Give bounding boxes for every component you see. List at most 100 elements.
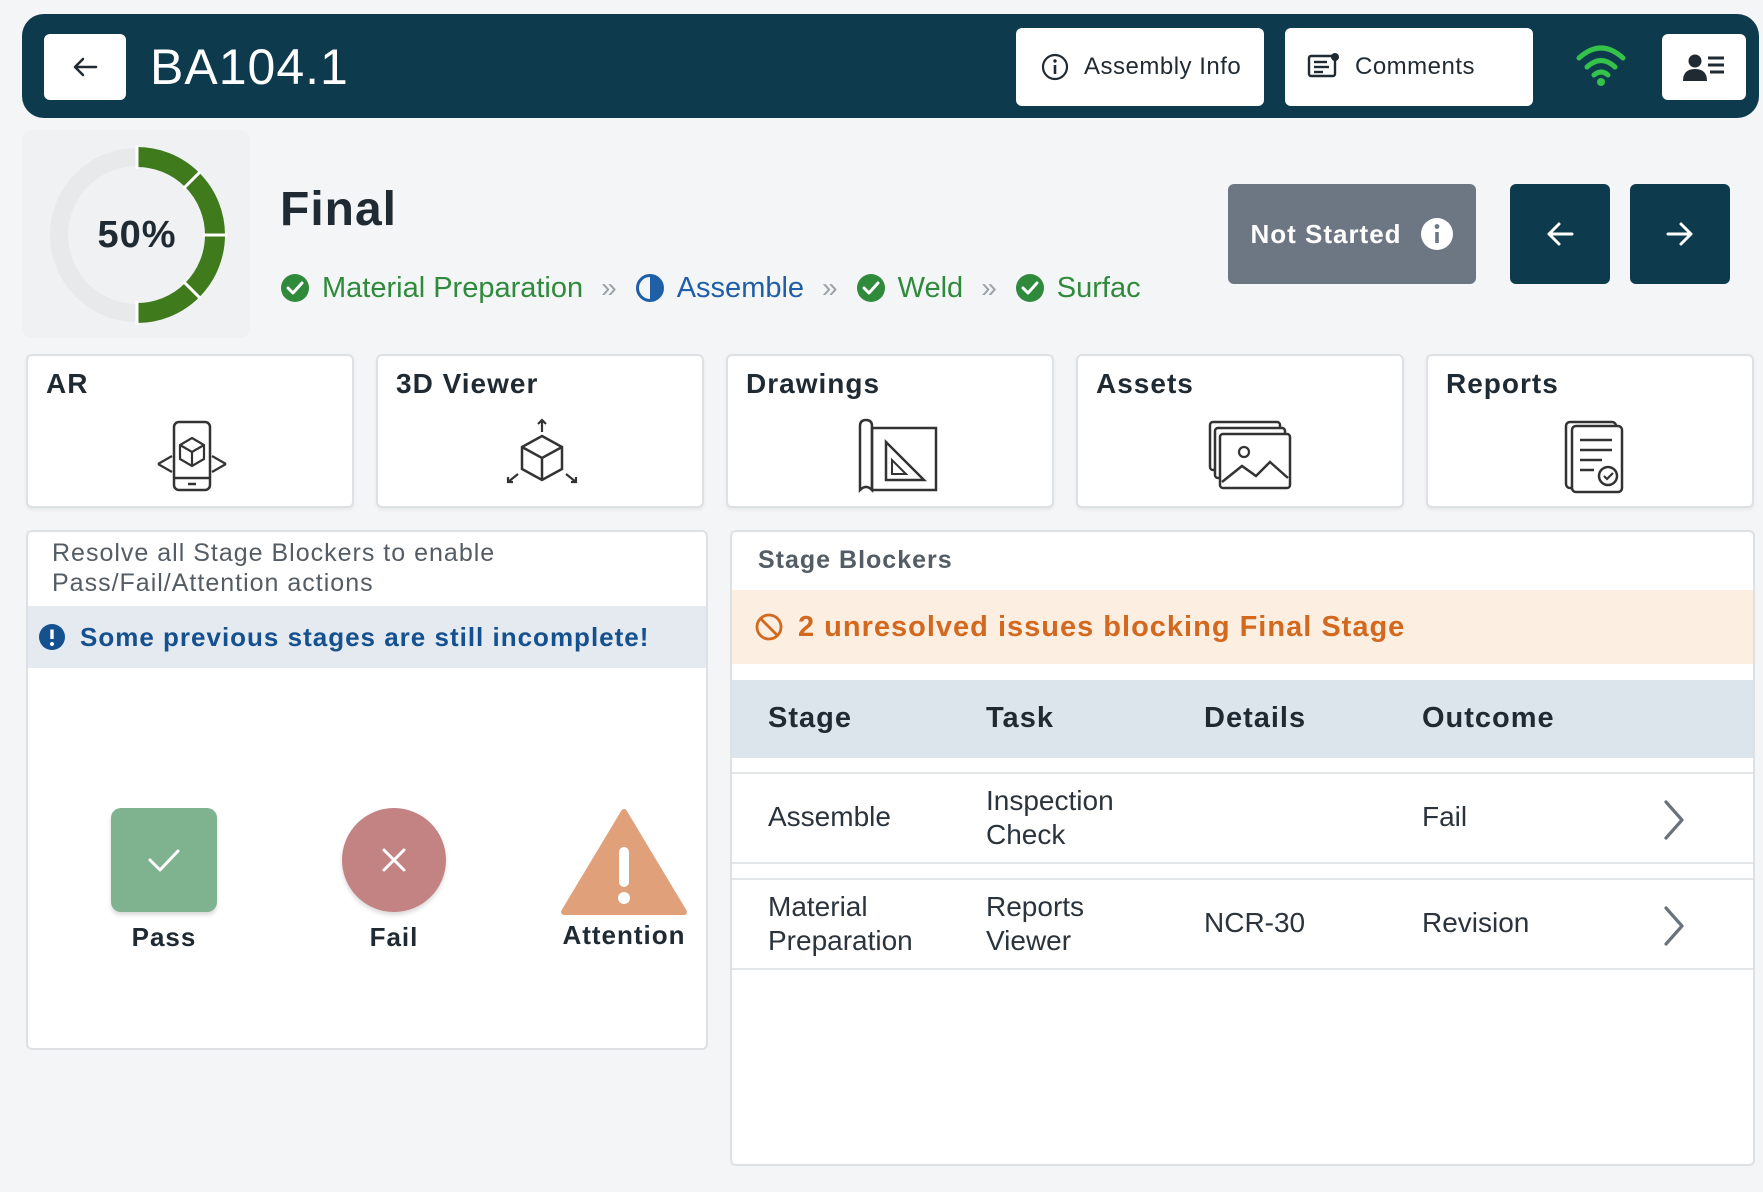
cell-stage: Material Preparation bbox=[768, 890, 913, 958]
cell-stage: Assemble bbox=[768, 800, 891, 834]
comments-label: Comments bbox=[1355, 53, 1476, 80]
stage-header: 50% Final Material Preparation » Assembl… bbox=[22, 130, 1759, 338]
tool-card-drawings[interactable]: Drawings bbox=[726, 354, 1054, 508]
cell-task-line: Inspection bbox=[986, 785, 1114, 816]
table-row[interactable]: Material Preparation Reports Viewer NCR-… bbox=[732, 878, 1753, 970]
blockers-table-header: Stage Task Details Outcome bbox=[732, 680, 1753, 758]
chevron-right-icon[interactable] bbox=[1660, 798, 1688, 842]
previous-stage-button[interactable] bbox=[1510, 184, 1610, 284]
cell-task-line: Viewer bbox=[986, 925, 1072, 956]
breadcrumb-label: Material Preparation bbox=[322, 271, 584, 304]
arrow-left-icon bbox=[73, 57, 98, 77]
assembly-info-label: Assembly Info bbox=[1084, 53, 1242, 80]
check-circle-icon bbox=[1015, 274, 1044, 302]
cell-task: Inspection Check bbox=[986, 784, 1114, 852]
cell-task-line: Reports bbox=[986, 891, 1085, 922]
cube-icon bbox=[506, 418, 578, 484]
breadcrumb-label: Surfac bbox=[1056, 271, 1141, 304]
blockers-alert-text: 2 unresolved issues blocking Final Stage bbox=[798, 610, 1406, 643]
images-icon bbox=[1208, 420, 1292, 490]
stage-breadcrumb: Material Preparation » Assemble » Weld »… bbox=[280, 263, 1210, 313]
breadcrumb-item-surface[interactable]: Surfac bbox=[1015, 272, 1141, 305]
chevron-double-right-icon: » bbox=[981, 272, 997, 303]
column-header-details: Details bbox=[1204, 702, 1307, 734]
info-icon bbox=[1041, 53, 1069, 81]
checkmark-icon bbox=[148, 849, 180, 872]
close-icon bbox=[382, 848, 406, 872]
chevron-right-icon[interactable] bbox=[1660, 904, 1688, 948]
comments-button[interactable]: Comments bbox=[1285, 28, 1533, 106]
user-profile-button[interactable] bbox=[1662, 34, 1746, 100]
pass-button[interactable]: Pass bbox=[84, 808, 244, 953]
actions-hint-line: Resolve all Stage Blockers to enable bbox=[52, 539, 496, 567]
progress-percent: 50% bbox=[97, 213, 177, 256]
tool-card-ar[interactable]: AR bbox=[26, 354, 354, 508]
check-circle-icon bbox=[856, 274, 885, 302]
tool-label: Drawings bbox=[746, 368, 881, 399]
report-icon bbox=[1564, 420, 1624, 494]
breadcrumb-label: Assemble bbox=[676, 271, 805, 304]
chevron-double-right-icon: » bbox=[601, 272, 617, 303]
stage-title: Final bbox=[280, 183, 398, 236]
blocked-icon bbox=[755, 613, 783, 641]
cell-outcome: Revision bbox=[1422, 907, 1530, 938]
stage-blockers-panel: Stage Blockers 2 unresolved issues block… bbox=[730, 530, 1755, 1166]
tool-label: 3D Viewer bbox=[396, 368, 539, 399]
next-stage-button[interactable] bbox=[1630, 184, 1730, 284]
breadcrumb-item-weld[interactable]: Weld bbox=[856, 271, 964, 305]
half-circle-progress-icon bbox=[635, 274, 664, 302]
column-header-outcome: Outcome bbox=[1422, 702, 1555, 734]
cell-task-line: Check bbox=[986, 819, 1066, 850]
assembly-info-button[interactable]: Assembly Info bbox=[1016, 28, 1264, 106]
comments-icon bbox=[1307, 53, 1339, 78]
actions-hint: Resolve all Stage Blockers to enable Pas… bbox=[52, 538, 495, 598]
back-button[interactable] bbox=[44, 34, 126, 100]
blockers-alert: 2 unresolved issues blocking Final Stage bbox=[732, 590, 1753, 664]
status-label: Not Started bbox=[1250, 218, 1402, 249]
chevron-double-right-icon: » bbox=[822, 272, 838, 303]
table-row[interactable]: Assemble Inspection Check Fail bbox=[732, 772, 1753, 864]
drawing-icon bbox=[858, 418, 938, 494]
breadcrumb-item-material-preparation[interactable]: Material Preparation bbox=[280, 272, 583, 305]
stage-actions-panel: Resolve all Stage Blockers to enable Pas… bbox=[26, 530, 708, 1050]
fail-tile bbox=[342, 808, 446, 912]
attention-button[interactable]: Attention bbox=[544, 808, 704, 951]
actions-hint-line: Pass/Fail/Attention actions bbox=[52, 569, 374, 597]
breadcrumb-label: Weld bbox=[897, 271, 964, 304]
pass-tile bbox=[111, 808, 217, 912]
column-header-task: Task bbox=[986, 702, 1054, 734]
tool-label: Reports bbox=[1446, 368, 1559, 399]
pass-label: Pass bbox=[131, 922, 197, 952]
tool-card-reports[interactable]: Reports bbox=[1426, 354, 1754, 508]
warning-triangle-icon bbox=[561, 809, 687, 915]
stage-status-badge[interactable]: Not Started bbox=[1228, 184, 1476, 284]
incomplete-stages-alert: Some previous stages are still incomplet… bbox=[28, 606, 706, 668]
blockers-title: Stage Blockers bbox=[758, 546, 953, 574]
cell-task: Reports Viewer bbox=[986, 890, 1084, 958]
wifi-icon bbox=[1576, 45, 1626, 86]
cell-stage-line: Material bbox=[768, 891, 868, 922]
cell-details: NCR-30 bbox=[1204, 907, 1306, 938]
arrow-right-icon bbox=[1666, 222, 1693, 246]
tool-label: Assets bbox=[1096, 368, 1194, 399]
tool-card-3d-viewer[interactable]: 3D Viewer bbox=[376, 354, 704, 508]
tool-card-assets[interactable]: Assets bbox=[1076, 354, 1404, 508]
page-title: BA104.1 bbox=[150, 39, 349, 95]
cell-stage-line: Assemble bbox=[768, 801, 891, 832]
info-filled-icon bbox=[1420, 218, 1453, 250]
cell-outcome: Fail bbox=[1422, 801, 1468, 832]
ar-phone-icon bbox=[157, 420, 227, 492]
column-header-stage: Stage bbox=[768, 702, 852, 734]
progress-ring: 50% bbox=[22, 130, 250, 338]
alert-text: Some previous stages are still incomplet… bbox=[80, 621, 650, 652]
attention-label: Attention bbox=[562, 920, 686, 950]
fail-label: Fail bbox=[369, 922, 419, 952]
cell-stage-line: Preparation bbox=[768, 925, 913, 956]
top-navbar: BA104.1 Assembly Info Comments bbox=[22, 14, 1759, 118]
arrow-left-icon bbox=[1547, 222, 1574, 246]
check-circle-icon bbox=[281, 274, 309, 302]
alert-info-icon bbox=[39, 624, 65, 650]
breadcrumb-item-assemble[interactable]: Assemble bbox=[635, 272, 804, 305]
user-list-icon bbox=[1683, 54, 1724, 81]
fail-button[interactable]: Fail bbox=[314, 808, 474, 953]
